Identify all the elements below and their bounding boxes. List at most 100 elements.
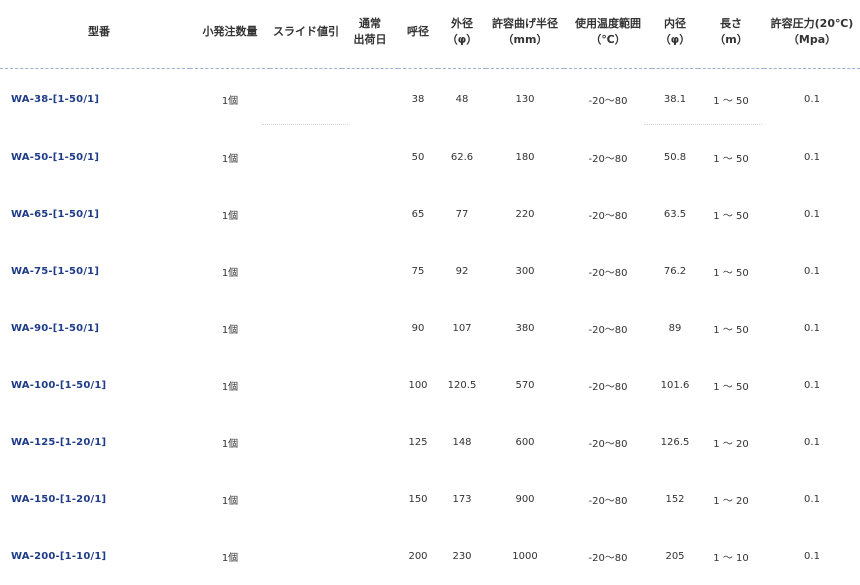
slide-discount-cell xyxy=(270,471,342,528)
length-cell: 1 ～ 20 xyxy=(698,414,764,471)
min-order-cell: 1個 xyxy=(190,357,270,414)
header-pressure-line2: （Mpa） xyxy=(764,32,860,48)
header-slide-discount: スライド値引 xyxy=(270,0,342,69)
header-model: 型番 xyxy=(0,0,190,69)
header-outer-diameter: 外径 （φ） xyxy=(438,0,486,69)
nominal-size-cell: 75 xyxy=(398,243,438,300)
inner-diameter-cell: 152 xyxy=(652,471,698,528)
nominal-size-cell: 150 xyxy=(398,471,438,528)
nominal-size-cell: 200 xyxy=(398,528,438,585)
model-cell[interactable]: WA-90-[1-50/1] xyxy=(0,300,190,357)
bend-radius-cell: 220 xyxy=(486,186,564,243)
outer-diameter-cell: 173 xyxy=(438,471,486,528)
product-spec-table-container: 型番 小発注数量 スライド値引 通常 出荷日 呼径 外径 （φ） 許容曲げ半径 … xyxy=(0,0,860,561)
header-min-order: 小発注数量 xyxy=(190,0,270,69)
pressure-cell: 0.1 xyxy=(764,471,860,528)
header-pressure-line1: 許容圧力(20℃) xyxy=(764,16,860,32)
outer-diameter-cell: 148 xyxy=(438,414,486,471)
pressure-cell: 0.1 xyxy=(764,69,860,130)
length-cell: 1 ～ 10 xyxy=(698,528,764,585)
table-row: WA-125-[1-20/1]1個125148600-20～80126.51 ～… xyxy=(0,414,860,471)
temperature-range-cell: -20～80 xyxy=(564,129,652,186)
slide-discount-cell xyxy=(270,186,342,243)
table-row: WA-65-[1-50/1]1個6577220-20～8063.51 ～ 500… xyxy=(0,186,860,243)
pressure-cell: 0.1 xyxy=(764,129,860,186)
temperature-range-cell: -20～80 xyxy=(564,69,652,130)
ship-day-cell xyxy=(342,186,398,243)
nominal-size-cell: 50 xyxy=(398,129,438,186)
outer-diameter-cell: 77 xyxy=(438,186,486,243)
ship-day-cell xyxy=(342,243,398,300)
header-nominal-size: 呼径 xyxy=(398,0,438,69)
outer-diameter-cell: 92 xyxy=(438,243,486,300)
min-order-cell: 1個 xyxy=(190,69,270,130)
table-row: WA-100-[1-50/1]1個100120.5570-20～80101.61… xyxy=(0,357,860,414)
model-cell[interactable]: WA-65-[1-50/1] xyxy=(0,186,190,243)
ship-day-cell xyxy=(342,300,398,357)
min-order-cell: 1個 xyxy=(190,186,270,243)
header-temp-line1: 使用温度範囲 xyxy=(564,16,652,32)
length-cell: 1 ～ 50 xyxy=(698,186,764,243)
header-length-line2: （m） xyxy=(698,32,764,48)
min-order-cell: 1個 xyxy=(190,471,270,528)
length-cell: 1 ～ 50 xyxy=(698,69,764,130)
table-row: WA-200-[1-10/1]1個2002301000-20～802051 ～ … xyxy=(0,528,860,585)
header-ship-day: 通常 出荷日 xyxy=(342,0,398,69)
bend-radius-cell: 300 xyxy=(486,243,564,300)
slide-discount-cell xyxy=(270,243,342,300)
model-cell[interactable]: WA-38-[1-50/1] xyxy=(0,69,190,130)
bend-radius-cell: 380 xyxy=(486,300,564,357)
length-cell: 1 ～ 50 xyxy=(698,300,764,357)
slide-discount-cell xyxy=(270,414,342,471)
table-body: WA-38-[1-50/1]1個3848130-20～8038.11 ～ 500… xyxy=(0,69,860,585)
inner-diameter-cell: 126.5 xyxy=(652,414,698,471)
slide-discount-cell xyxy=(270,69,342,130)
min-order-cell: 1個 xyxy=(190,414,270,471)
length-cell: 1 ～ 20 xyxy=(698,471,764,528)
model-cell[interactable]: WA-150-[1-20/1] xyxy=(0,471,190,528)
slide-discount-cell xyxy=(270,357,342,414)
bend-radius-cell: 570 xyxy=(486,357,564,414)
header-ship-day-line2: 出荷日 xyxy=(342,32,398,48)
pressure-cell: 0.1 xyxy=(764,528,860,585)
ship-day-cell xyxy=(342,69,398,130)
header-temperature-range: 使用温度範囲 （℃） xyxy=(564,0,652,69)
header-ship-day-line1: 通常 xyxy=(342,16,398,32)
header-length: 長さ （m） xyxy=(698,0,764,69)
min-order-cell: 1個 xyxy=(190,129,270,186)
model-cell[interactable]: WA-100-[1-50/1] xyxy=(0,357,190,414)
outer-diameter-cell: 48 xyxy=(438,69,486,130)
temperature-range-cell: -20～80 xyxy=(564,471,652,528)
inner-diameter-cell: 38.1 xyxy=(652,69,698,130)
ship-day-cell xyxy=(342,357,398,414)
model-cell[interactable]: WA-200-[1-10/1] xyxy=(0,528,190,585)
inner-diameter-cell: 50.8 xyxy=(652,129,698,186)
length-cell: 1 ～ 50 xyxy=(698,357,764,414)
model-cell[interactable]: WA-50-[1-50/1] xyxy=(0,129,190,186)
table-row: WA-38-[1-50/1]1個3848130-20～8038.11 ～ 500… xyxy=(0,69,860,130)
pressure-cell: 0.1 xyxy=(764,414,860,471)
product-spec-table: 型番 小発注数量 スライド値引 通常 出荷日 呼径 外径 （φ） 許容曲げ半径 … xyxy=(0,0,860,585)
model-cell[interactable]: WA-75-[1-50/1] xyxy=(0,243,190,300)
inner-diameter-cell: 89 xyxy=(652,300,698,357)
header-inner-diameter: 内径 （φ） xyxy=(652,0,698,69)
bend-radius-cell: 600 xyxy=(486,414,564,471)
bend-radius-cell: 900 xyxy=(486,471,564,528)
header-row: 型番 小発注数量 スライド値引 通常 出荷日 呼径 外径 （φ） 許容曲げ半径 … xyxy=(0,0,860,69)
nominal-size-cell: 90 xyxy=(398,300,438,357)
inner-diameter-cell: 76.2 xyxy=(652,243,698,300)
bend-radius-cell: 1000 xyxy=(486,528,564,585)
min-order-cell: 1個 xyxy=(190,528,270,585)
bend-radius-cell: 180 xyxy=(486,129,564,186)
header-inner-line2: （φ） xyxy=(652,32,698,48)
pressure-cell: 0.1 xyxy=(764,186,860,243)
header-inner-line1: 内径 xyxy=(652,16,698,32)
table-row: WA-150-[1-20/1]1個 150173900-20～801521 ～ 2… xyxy=(0,471,860,528)
ship-day-cell xyxy=(342,129,398,186)
temperature-range-cell: -20～80 xyxy=(564,186,652,243)
model-cell[interactable]: WA-125-[1-20/1] xyxy=(0,414,190,471)
header-pressure: 許容圧力(20℃) （Mpa） xyxy=(764,0,860,69)
length-cell: 1 ～ 50 xyxy=(698,243,764,300)
header-bend-radius: 許容曲げ半径 （mm） xyxy=(486,0,564,69)
ship-day-cell xyxy=(342,414,398,471)
